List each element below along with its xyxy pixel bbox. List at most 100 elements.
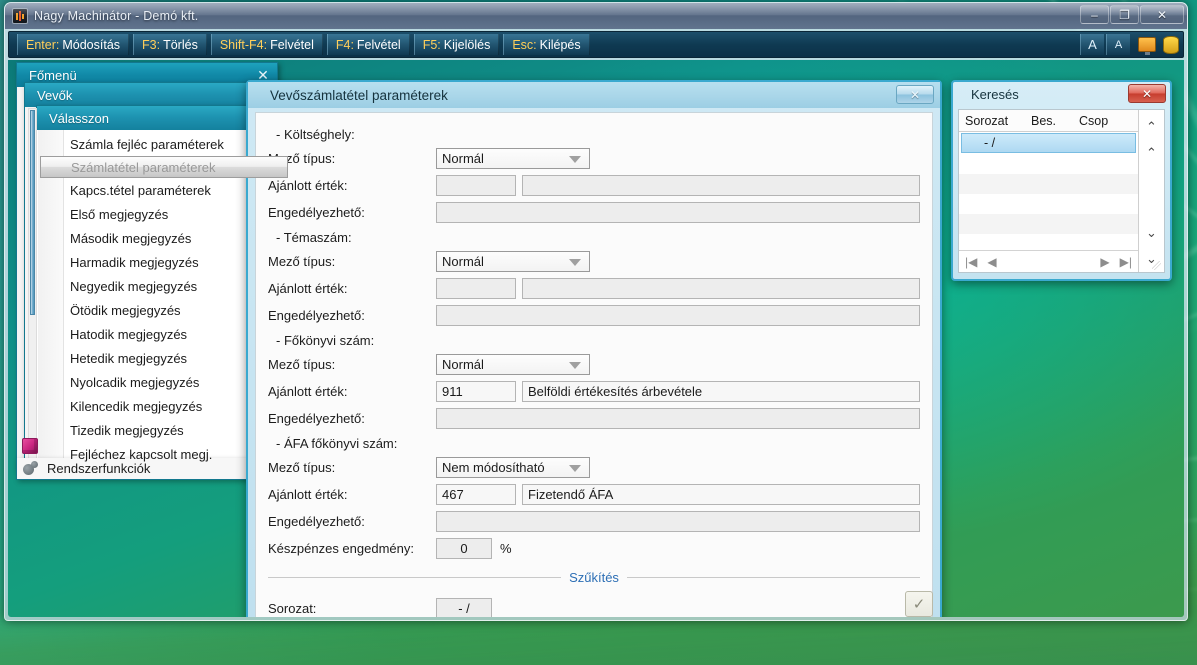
group-3-suggested-code-input[interactable]: 467 (436, 483, 516, 505)
close-icon: ✕ (1141, 86, 1153, 101)
filter-sorozat-input[interactable]: - / (436, 597, 492, 617)
check-icon: ✓ (912, 596, 926, 613)
menu-item-13[interactable]: Fejléchez kapcsolt megj. (38, 442, 292, 466)
menu-item-6[interactable]: Negyedik megjegyzés (38, 274, 292, 298)
divider-label: Szűkítés (569, 570, 619, 585)
group-3-type-label: Mező típus: (268, 459, 336, 475)
menu-item-10[interactable]: Nyolcadik megjegyzés (38, 370, 292, 394)
fkey-enter[interactable]: Enter: Módosítás (17, 34, 130, 55)
fkey-f5[interactable]: F5: Kijelölés (413, 34, 500, 55)
confirm-button[interactable]: ✓ (905, 591, 933, 617)
column-header-sorozat[interactable]: Sorozat (959, 114, 1025, 128)
table-row-empty-3[interactable] (959, 194, 1138, 214)
menu-item-label: Fejléchez kapcsolt megj. (70, 446, 213, 462)
window-title: Nagy Machinátor - Demó kft. (34, 9, 199, 23)
group-3-type-select[interactable]: Nem módosítható (436, 456, 590, 478)
group-2-type-select[interactable]: Normál (436, 353, 590, 375)
group-2-allowed-input[interactable] (436, 407, 920, 429)
group-3-suggested-text-input[interactable]: Fizetendő ÁFA (522, 483, 920, 505)
menu-item-label: Tizedik megjegyzés (70, 422, 184, 438)
gear-icon (23, 460, 39, 477)
resize-grip-icon[interactable] (1152, 261, 1161, 270)
panel-vevok-title: Vevők (37, 87, 73, 103)
table-row-empty-1[interactable] (959, 154, 1138, 174)
menu-item-11[interactable]: Kilencedik megjegyzés (38, 394, 292, 418)
toolbar-right-group: A A (1080, 34, 1179, 55)
font-large-button[interactable]: A (1080, 34, 1104, 55)
pager-prev-button[interactable]: ◀ (987, 255, 996, 269)
menu-item-label: Hatodik megjegyzés (70, 326, 188, 342)
search-window: Keresés ✕ Sorozat Bes. Csop - / |◀ ◀ ▶ ▶… (951, 80, 1172, 281)
font-small-button[interactable]: A (1106, 34, 1130, 55)
close-icon: ✕ (909, 87, 921, 102)
scroll-page-down-button[interactable]: ⌄ (1146, 220, 1157, 246)
fkey-f4[interactable]: F4: Felvétel (326, 34, 410, 55)
pager-last-button[interactable]: ▶| (1120, 255, 1132, 269)
menu-item-2[interactable]: Kapcs.tétel paraméterek (38, 178, 292, 202)
menu-item-0[interactable]: Számla fejléc paraméterek (38, 132, 292, 156)
group-1-type-row: Mező típus: Normál (268, 248, 920, 274)
group-1-type-select[interactable]: Normál (436, 250, 590, 272)
column-header-bes[interactable]: Bes. (1025, 114, 1073, 128)
application-window: Nagy Machinátor - Demó kft. – ❐ ✕ Enter:… (4, 2, 1188, 621)
window-controls: – ❐ ✕ (1080, 5, 1184, 24)
close-button[interactable]: ✕ (1140, 5, 1184, 24)
group-2-type-label: Mező típus: (268, 356, 336, 372)
cash-discount-label: Készpénzes engedmény: (268, 540, 414, 556)
group-1-suggested-code-input[interactable] (436, 277, 516, 299)
fkey-f3[interactable]: F3: Törlés (133, 34, 207, 55)
cube-icon[interactable] (22, 438, 38, 454)
search-pager: |◀ ◀ ▶ ▶| (959, 250, 1138, 272)
scroll-page-up-button[interactable]: ⌃ (1146, 140, 1157, 166)
group-2-suggested-code-input[interactable]: 911 (436, 380, 516, 402)
group-3-suggested-label: Ajánlott érték: (268, 486, 348, 502)
menu-item-1-selected[interactable]: Számlatétel paraméterek (40, 156, 288, 178)
group-0-suggested-code-input[interactable] (436, 174, 516, 196)
menu-item-7[interactable]: Ötödik megjegyzés (38, 298, 292, 322)
dialog-close-button[interactable]: ✕ (896, 85, 934, 104)
group-0-suggested-row: Ajánlott érték: (268, 172, 920, 198)
search-close-button[interactable]: ✕ (1128, 84, 1166, 103)
pager-next-button[interactable]: ▶ (1100, 255, 1109, 269)
group-1-allowed-label: Engedélyezhető: (268, 307, 365, 323)
group-3-allowed-input[interactable] (436, 510, 920, 532)
group-2-suggested-text-input[interactable]: Belföldi értékesítés árbevétele (522, 380, 920, 402)
table-row-empty-4[interactable] (959, 214, 1138, 234)
pager-first-button[interactable]: |◀ (965, 255, 977, 269)
menu-item-8[interactable]: Hatodik megjegyzés (38, 322, 292, 346)
cash-discount-input[interactable]: 0 (436, 537, 492, 559)
group-0-suggested-text-input[interactable] (522, 174, 920, 196)
group-0-type-label: Mező típus: (268, 150, 336, 166)
desktop-background: Nagy Machinátor - Demó kft. – ❐ ✕ Enter:… (0, 0, 1197, 665)
menu-scrollbar[interactable] (28, 108, 37, 466)
menu-scrollbar-thumb[interactable] (30, 110, 35, 315)
menu-item-9[interactable]: Hetedik megjegyzés (38, 346, 292, 370)
menu-item-3[interactable]: Első megjegyzés (38, 202, 292, 226)
group-1-allowed-input[interactable] (436, 304, 920, 326)
minimize-button[interactable]: – (1080, 5, 1109, 24)
database-icon[interactable] (1163, 35, 1179, 54)
group-1-suggested-text-input[interactable] (522, 277, 920, 299)
fkey-esc[interactable]: Esc: Kilépés (503, 34, 590, 55)
monitor-icon[interactable] (1138, 37, 1156, 55)
menu-item-5[interactable]: Harmadik megjegyzés (38, 250, 292, 274)
column-header-csop[interactable]: Csop (1073, 114, 1123, 128)
table-row-empty-2[interactable] (959, 174, 1138, 194)
group-0-allowed-input[interactable] (436, 201, 920, 223)
dialog-titlebar[interactable]: Vevőszámlatétel paraméterek ✕ (248, 82, 940, 108)
group-0-type-select[interactable]: Normál (436, 147, 590, 169)
menu-item-4[interactable]: Második megjegyzés (38, 226, 292, 250)
fkey-shift-f4[interactable]: Shift-F4: Felvétel (210, 34, 323, 55)
window-titlebar[interactable]: Nagy Machinátor - Demó kft. – ❐ ✕ (5, 3, 1187, 29)
maximize-button[interactable]: ❐ (1110, 5, 1139, 24)
menu-item-label: Számlatétel paraméterek (71, 159, 216, 175)
menu-item-label: Harmadik megjegyzés (70, 254, 199, 270)
menu-item-label: Hetedik megjegyzés (70, 350, 188, 366)
fkey-enter-key: Enter: (26, 37, 60, 52)
scroll-top-button[interactable]: ⌃ (1146, 114, 1157, 140)
chevron-down-icon (569, 155, 581, 163)
table-row[interactable]: - / (961, 133, 1136, 153)
menu-item-12[interactable]: Tizedik megjegyzés (38, 418, 292, 442)
search-titlebar[interactable]: Keresés ✕ (953, 82, 1170, 107)
menu-item-label: Ötödik megjegyzés (70, 302, 181, 318)
